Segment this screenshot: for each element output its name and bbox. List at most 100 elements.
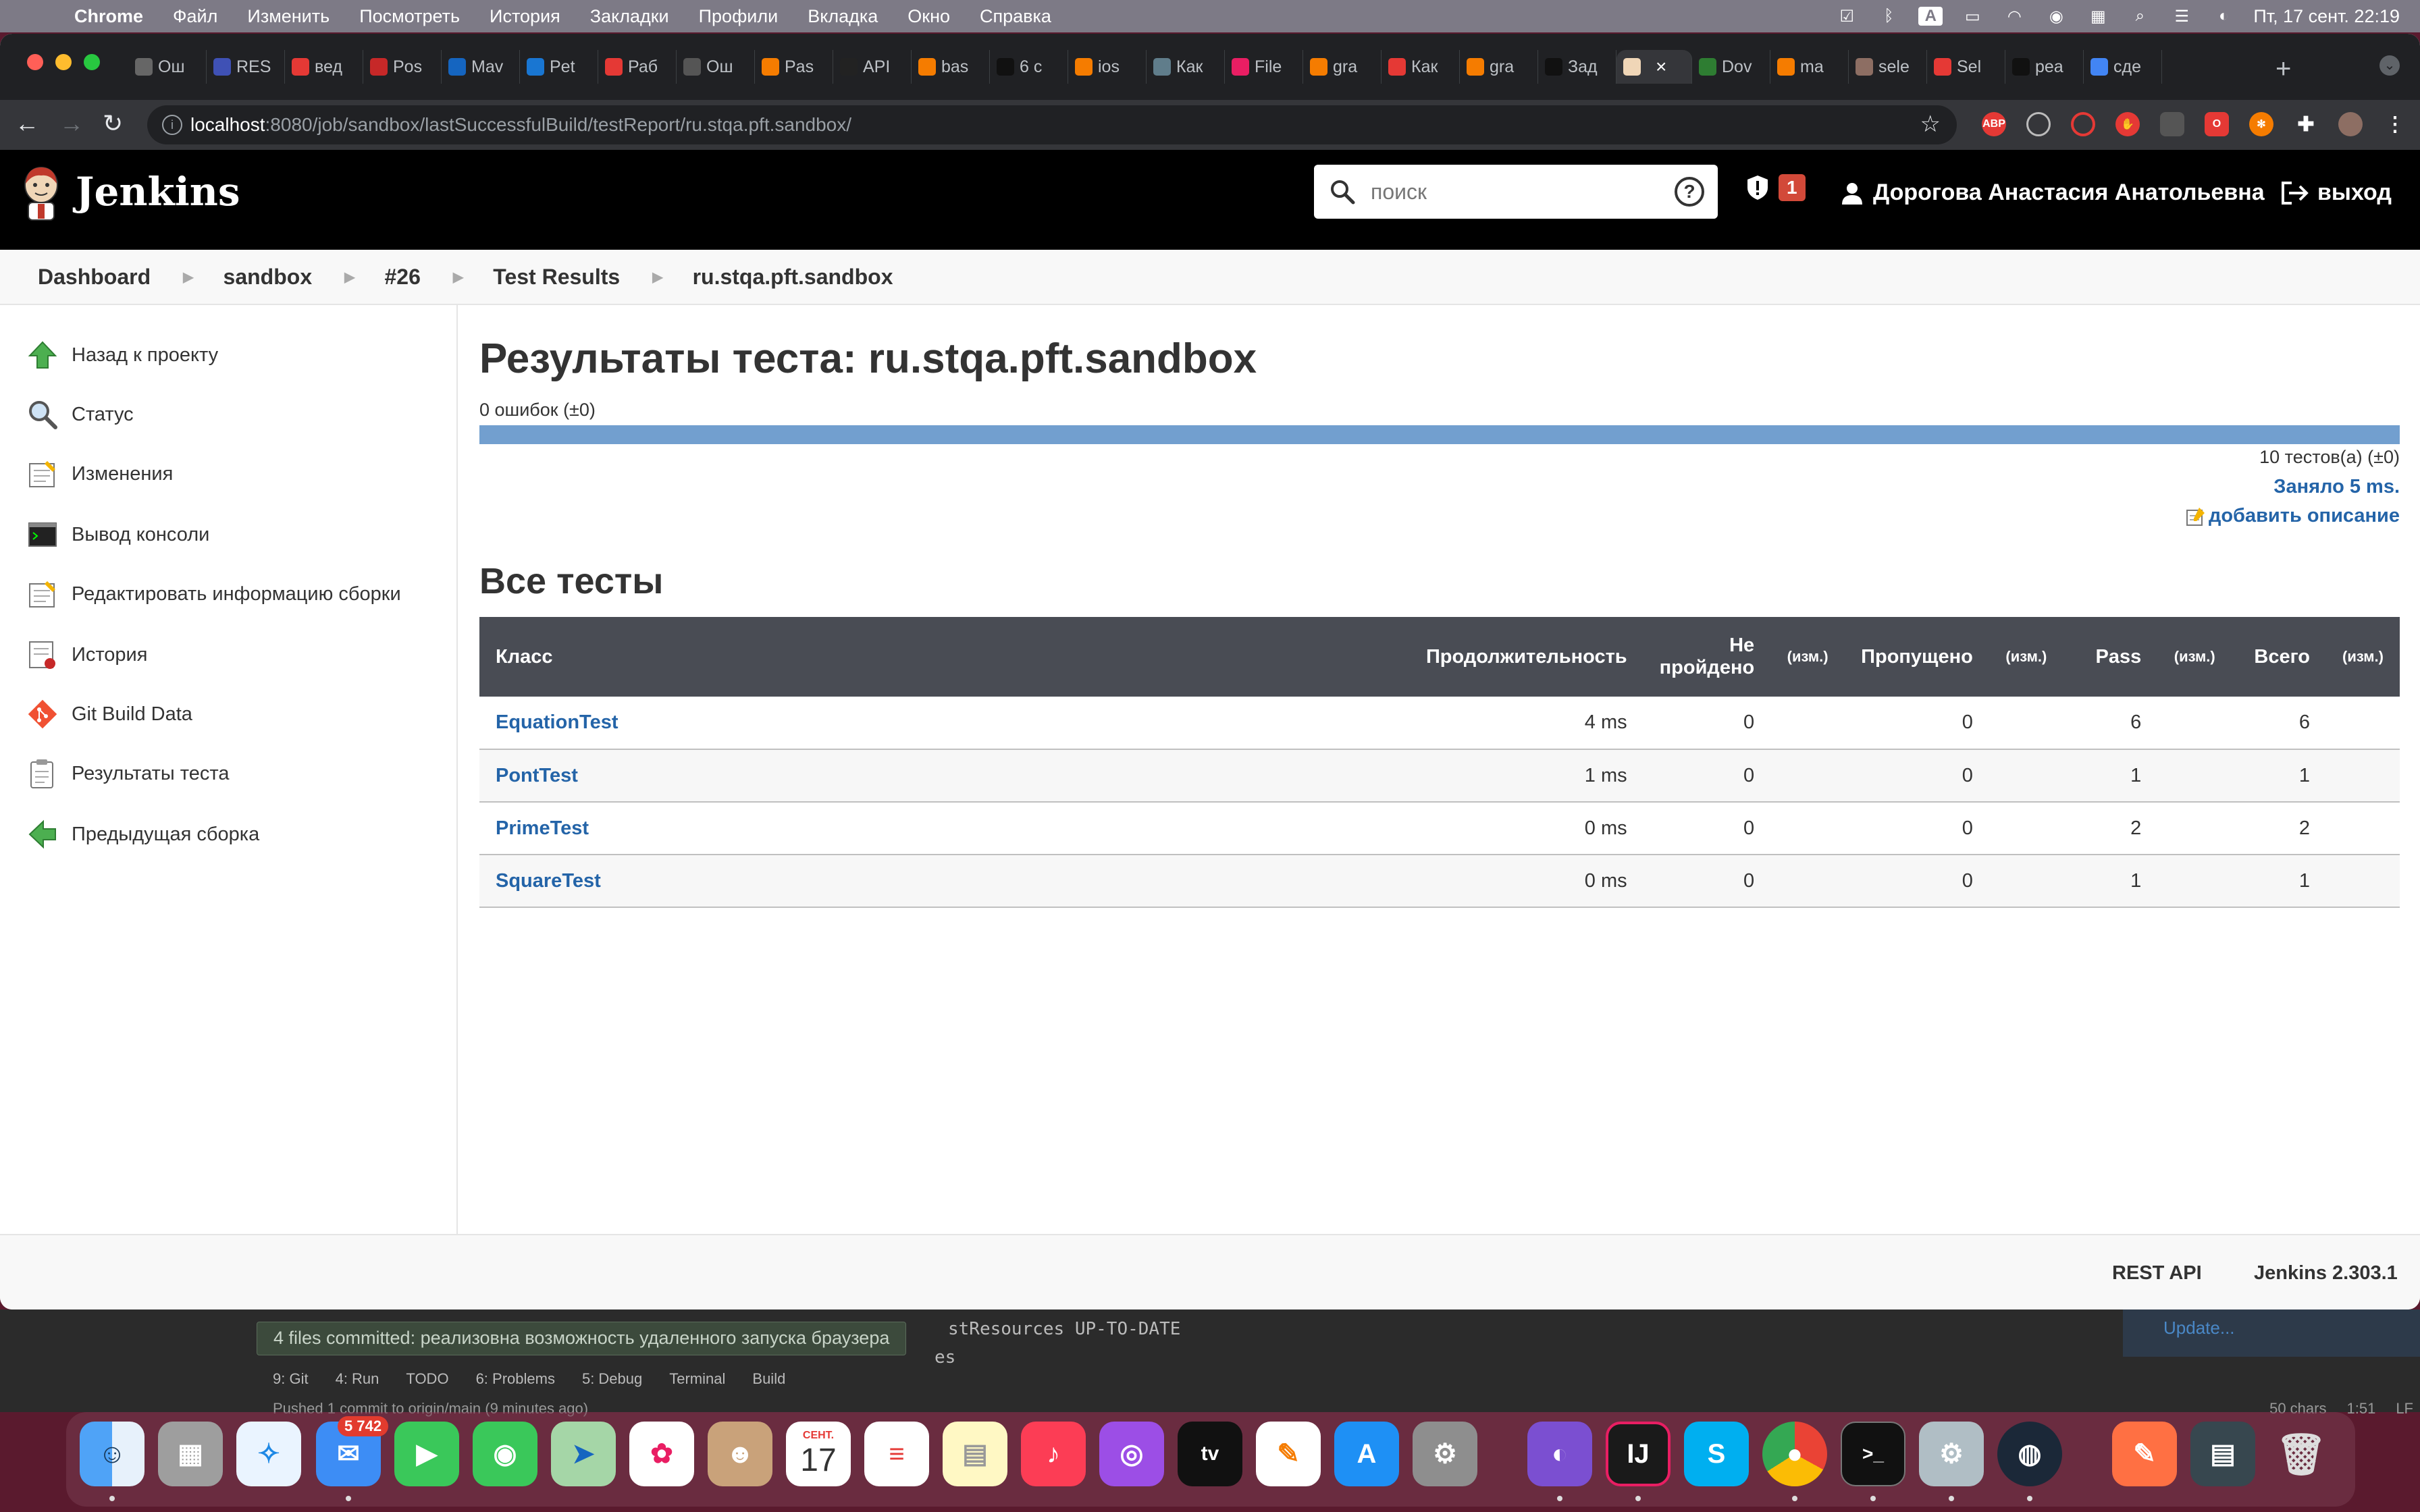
terminal-app-icon[interactable]: >_ [1841, 1422, 1905, 1486]
search-input[interactable] [1371, 174, 1661, 209]
calendar-icon[interactable]: СЕНТ. 17 [786, 1422, 851, 1486]
menu-window[interactable]: Окно [908, 6, 950, 27]
zoom-window-button[interactable] [84, 54, 100, 70]
bookmark-star-icon[interactable]: ☆ [1920, 111, 1941, 138]
column-total-diff[interactable]: (изм.) [2326, 617, 2400, 697]
ide-tool-git[interactable]: 9: Git [273, 1370, 309, 1388]
reload-icon[interactable]: ↻ [103, 109, 123, 138]
site-info-icon[interactable]: i [162, 115, 182, 135]
orange-extension-icon[interactable]: ✻ [2249, 112, 2273, 136]
menu-app[interactable]: Chrome [74, 6, 143, 27]
ide-tool-todo[interactable]: TODO [406, 1370, 448, 1388]
menubar-clock[interactable]: Пт, 17 сент. 22:19 [2253, 6, 2400, 27]
hand-extension-icon[interactable]: ✋ [2115, 112, 2140, 136]
column-class[interactable]: Класс [479, 617, 1390, 697]
skype-icon[interactable]: S [1684, 1422, 1749, 1486]
photos-icon[interactable]: ✿ [629, 1422, 694, 1486]
tab-close-icon[interactable]: × [1656, 56, 1666, 78]
pencil-app-icon[interactable]: ✎ [2112, 1422, 2177, 1486]
chrome-menu-icon[interactable]: ⋮ [2383, 112, 2407, 136]
sidebar-item-git-build-data[interactable]: Git Build Data [27, 694, 192, 734]
browser-tab[interactable]: gra [1460, 50, 1538, 84]
jenkins-version-link[interactable]: Jenkins 2.303.1 [2254, 1262, 2398, 1285]
test-class-link[interactable]: SquareTest [496, 870, 601, 892]
browser-tab[interactable]: Как [1147, 50, 1225, 84]
browser-tab[interactable]: sele [1849, 50, 1927, 84]
pages-icon[interactable]: ✎ [1256, 1422, 1321, 1486]
column-duration[interactable]: Продолжительность [1390, 617, 1643, 697]
back-icon[interactable]: ← [15, 109, 39, 138]
browser-tab[interactable]: Pos [363, 50, 442, 84]
keyboard-icon[interactable]: ▦ [2086, 7, 2110, 26]
close-window-button[interactable] [27, 54, 43, 70]
browser-tab[interactable]: Sel [1927, 50, 2005, 84]
battery-icon[interactable]: ▭ [1960, 7, 1984, 26]
ide-cursor-position[interactable]: 1:51 [2346, 1400, 2375, 1418]
address-bar[interactable]: i localhost:8080/job/sandbox/lastSuccess… [147, 105, 1957, 144]
help-icon[interactable]: ? [1675, 177, 1704, 207]
sidebar-item-previous-build[interactable]: Предыдущая сборка [27, 814, 259, 855]
sidebar-item-history[interactable]: История [27, 634, 147, 675]
browser-tab[interactable]: Pet [520, 50, 598, 84]
browser-tab[interactable]: ios [1068, 50, 1147, 84]
breadcrumb-separator-icon[interactable]: ▶ [453, 269, 463, 286]
reminders-icon[interactable]: ≡ [864, 1422, 929, 1486]
trash-icon[interactable]: 🗑 [2269, 1422, 2334, 1486]
breadcrumb-package[interactable]: ru.stqa.pft.sandbox [693, 265, 893, 290]
puzzle-extensions-icon[interactable]: ✚ [2294, 112, 2318, 136]
browser-tab[interactable]: Dov [1692, 50, 1770, 84]
menu-bookmarks[interactable]: Закладки [590, 6, 669, 27]
column-pass[interactable]: Pass [2063, 617, 2158, 697]
checkmark-status-icon[interactable]: ☑ [1835, 7, 1859, 26]
browser-tab[interactable]: RES [207, 50, 285, 84]
browser-tab[interactable]: Раб [598, 50, 677, 84]
chrome-icon[interactable]: ● [1762, 1422, 1827, 1486]
input-source-icon[interactable]: A [1918, 7, 1943, 26]
system-preferences-icon[interactable]: ⚙ [1413, 1422, 1477, 1486]
sidebar-item-edit-build-info[interactable]: Редактировать информацию сборки [27, 574, 401, 614]
menu-tab[interactable]: Вкладка [808, 6, 878, 27]
safari-icon[interactable]: ✧ [236, 1422, 301, 1486]
sidebar-item-console-output[interactable]: Вывод консоли [27, 514, 209, 555]
breadcrumb-sandbox[interactable]: sandbox [223, 265, 313, 290]
contacts-icon[interactable]: ☻ [708, 1422, 772, 1486]
browser-tab[interactable]: Pas [755, 50, 833, 84]
target-extension-icon[interactable] [2071, 112, 2095, 136]
breadcrumb-build[interactable]: #26 [385, 265, 421, 290]
finder-icon[interactable]: ☺ [80, 1422, 144, 1486]
launchpad-icon[interactable]: ▦ [158, 1422, 223, 1486]
sync-extension-icon[interactable] [2026, 112, 2051, 136]
ide-tool-run[interactable]: 4: Run [336, 1370, 379, 1388]
column-pass-diff[interactable]: (изм.) [2157, 617, 2232, 697]
browser-tab[interactable]: Ош [128, 50, 207, 84]
column-total[interactable]: Всего [2232, 617, 2326, 697]
opera-extension-icon[interactable]: O [2205, 112, 2229, 136]
music-icon[interactable]: ♪ [1021, 1422, 1086, 1486]
apple-tv-icon[interactable]: tv [1178, 1422, 1242, 1486]
breadcrumb-separator-icon[interactable]: ▶ [183, 269, 193, 286]
ide-update-link[interactable]: Update... [2123, 1310, 2420, 1357]
menu-help[interactable]: Справка [980, 6, 1051, 27]
intellij-idea-icon[interactable]: IJ [1606, 1422, 1671, 1486]
breadcrumb-test-results[interactable]: Test Results [493, 265, 620, 290]
test-class-link[interactable]: PontTest [496, 765, 578, 786]
forward-icon[interactable]: → [59, 109, 84, 138]
breadcrumb-separator-icon[interactable]: ▶ [652, 269, 662, 286]
ide-commit-notification[interactable]: 4 files committed: реализовна возможност… [257, 1322, 907, 1355]
column-failed[interactable]: Не пройдено [1643, 617, 1771, 697]
minimize-window-button[interactable] [55, 54, 72, 70]
sidebar-item-test-results[interactable]: Результаты теста [27, 753, 229, 794]
browser-tab[interactable]: вед [285, 50, 363, 84]
spotlight-icon[interactable]: ⌕ [2128, 7, 2152, 26]
sidebar-item-status[interactable]: Статус [27, 394, 134, 435]
ide-tool-build[interactable]: Build [752, 1370, 785, 1388]
messages-icon[interactable]: ◉ [473, 1422, 537, 1486]
downloads-stack-icon[interactable]: ▤ [2190, 1422, 2255, 1486]
browser-tab[interactable]: gra [1303, 50, 1382, 84]
app-store-icon[interactable]: A [1334, 1422, 1399, 1486]
menu-history[interactable]: История [490, 6, 560, 27]
rest-api-link[interactable]: REST API [2112, 1262, 2202, 1285]
ide-line-separator[interactable]: LF [2396, 1400, 2413, 1418]
browser-tab[interactable]: 6 с [990, 50, 1068, 84]
browser-tab[interactable]: сде [2084, 50, 2162, 84]
